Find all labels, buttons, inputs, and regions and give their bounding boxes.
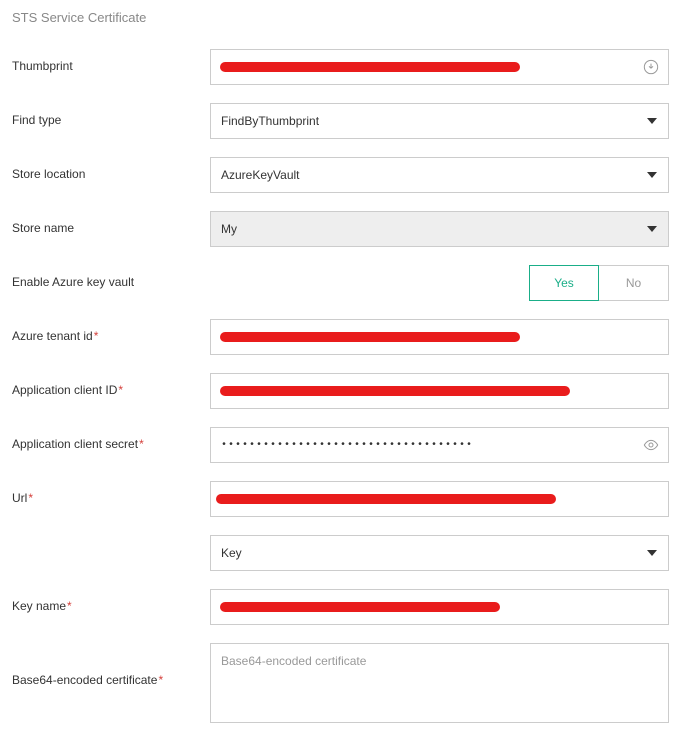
- label-client-secret: Application client secret*: [10, 427, 210, 451]
- row-store-location: Store location AzureKeyVault: [10, 157, 669, 193]
- label-url: Url*: [10, 481, 210, 505]
- store-name-select[interactable]: My: [210, 211, 669, 247]
- row-enable-akv: Enable Azure key vault Yes No: [10, 265, 669, 301]
- client-id-input[interactable]: [210, 373, 669, 409]
- client-secret-input[interactable]: [210, 427, 669, 463]
- row-tenant-id: Azure tenant id*: [10, 319, 669, 355]
- row-url: Url*: [10, 481, 669, 517]
- label-secret-type-empty: [10, 535, 210, 545]
- find-type-select[interactable]: FindByThumbprint: [210, 103, 669, 139]
- label-b64-cert: Base64-encoded certificate*: [10, 643, 210, 687]
- toggle-yes[interactable]: Yes: [529, 265, 599, 301]
- b64-cert-textarea[interactable]: [210, 643, 669, 723]
- row-secret-type: Key: [10, 535, 669, 571]
- label-store-name: Store name: [10, 211, 210, 235]
- row-store-name: Store name My: [10, 211, 669, 247]
- label-client-id: Application client ID*: [10, 373, 210, 397]
- thumbprint-input[interactable]: [210, 49, 669, 85]
- label-tenant-id: Azure tenant id*: [10, 319, 210, 343]
- store-location-select[interactable]: AzureKeyVault: [210, 157, 669, 193]
- row-client-id: Application client ID*: [10, 373, 669, 409]
- toggle-no[interactable]: No: [599, 265, 669, 301]
- secret-type-select[interactable]: Key: [210, 535, 669, 571]
- enable-akv-toggle: Yes No: [210, 265, 669, 301]
- tenant-id-input[interactable]: [210, 319, 669, 355]
- eye-icon[interactable]: [643, 437, 659, 453]
- key-name-input[interactable]: [210, 589, 669, 625]
- row-thumbprint: Thumbprint: [10, 49, 669, 85]
- label-key-name: Key name*: [10, 589, 210, 613]
- section-title: STS Service Certificate: [10, 10, 669, 25]
- row-key-name: Key name*: [10, 589, 669, 625]
- row-b64-cert: Base64-encoded certificate*: [10, 643, 669, 726]
- label-enable-akv: Enable Azure key vault: [10, 265, 210, 289]
- url-input[interactable]: [210, 481, 669, 517]
- label-find-type: Find type: [10, 103, 210, 127]
- row-client-secret: Application client secret*: [10, 427, 669, 463]
- label-thumbprint: Thumbprint: [10, 49, 210, 73]
- download-icon[interactable]: [643, 59, 659, 75]
- row-find-type: Find type FindByThumbprint: [10, 103, 669, 139]
- label-store-location: Store location: [10, 157, 210, 181]
